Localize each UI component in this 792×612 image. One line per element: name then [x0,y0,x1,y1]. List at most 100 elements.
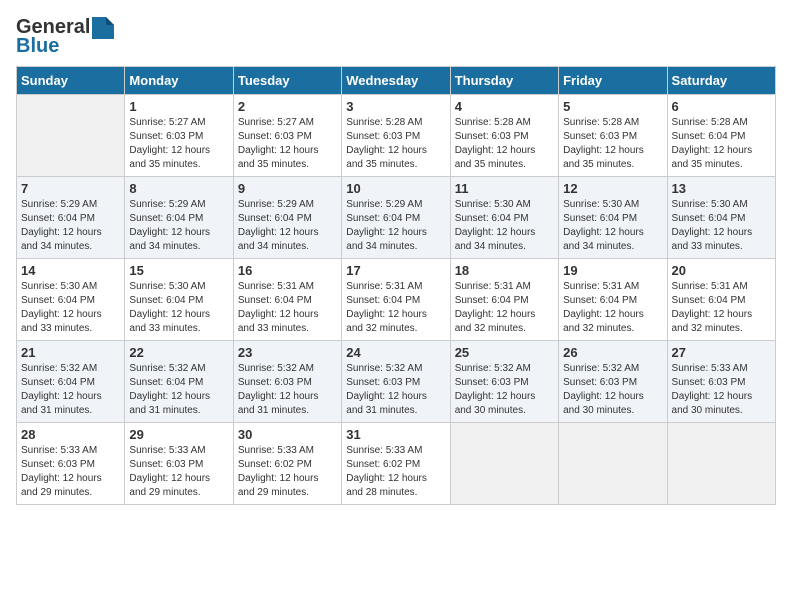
day-number: 1 [129,99,228,114]
day-detail: Sunrise: 5:31 AM Sunset: 6:04 PM Dayligh… [346,280,445,336]
day-number: 30 [238,427,337,442]
header-day-saturday: Saturday [667,67,775,95]
day-detail: Sunrise: 5:30 AM Sunset: 6:04 PM Dayligh… [21,280,120,336]
day-detail: Sunrise: 5:28 AM Sunset: 6:03 PM Dayligh… [346,116,445,172]
day-detail: Sunrise: 5:30 AM Sunset: 6:04 PM Dayligh… [672,198,771,254]
calendar-table: SundayMondayTuesdayWednesdayThursdayFrid… [16,66,776,505]
day-number: 10 [346,181,445,196]
calendar-cell [17,95,125,177]
calendar-cell: 31Sunrise: 5:33 AM Sunset: 6:02 PM Dayli… [342,423,450,505]
day-detail: Sunrise: 5:32 AM Sunset: 6:04 PM Dayligh… [129,362,228,418]
calendar-cell [450,423,558,505]
day-detail: Sunrise: 5:30 AM Sunset: 6:04 PM Dayligh… [129,280,228,336]
calendar-header-row: SundayMondayTuesdayWednesdayThursdayFrid… [17,67,776,95]
day-number: 6 [672,99,771,114]
calendar-cell: 30 Sunrise: 5:33 AM Sunset: 6:02 PM Dayli… [233,423,341,505]
header-day-monday: Monday [125,67,233,95]
calendar-cell [559,423,667,505]
calendar-week-row: 7 Sunrise: 5:29 AM Sunset: 6:04 PM Daylig… [17,177,776,259]
header-day-friday: Friday [559,67,667,95]
day-detail: Sunrise: 5:33 AM Sunset: 6:03 PM Dayligh… [129,444,228,500]
calendar-cell: 22 Sunrise: 5:32 AM Sunset: 6:04 PM Dayli… [125,341,233,423]
calendar-body: 1 Sunrise: 5:27 AM Sunset: 6:03 PM Daylig… [17,95,776,505]
calendar-cell: 23 Sunrise: 5:32 AM Sunset: 6:03 PM Dayli… [233,341,341,423]
day-number: 20 [672,263,771,278]
calendar-cell: 19Sunrise: 5:31 AM Sunset: 6:04 PM Dayli… [559,259,667,341]
day-number: 5 [563,99,662,114]
day-detail: Sunrise: 5:33 AM Sunset: 6:02 PM Dayligh… [238,444,337,500]
day-detail: Sunrise: 5:31 AM Sunset: 6:04 PM Dayligh… [455,280,554,336]
day-number: 8 [129,181,228,196]
day-detail: Sunrise: 5:31 AM Sunset: 6:04 PM Dayligh… [238,280,337,336]
day-detail: Sunrise: 5:32 AM Sunset: 6:03 PM Dayligh… [455,362,554,418]
calendar-cell: 21 Sunrise: 5:32 AM Sunset: 6:04 PM Dayli… [17,341,125,423]
calendar-cell: 3 Sunrise: 5:28 AM Sunset: 6:03 PM Daylig… [342,95,450,177]
calendar-cell: 26Sunrise: 5:32 AM Sunset: 6:03 PM Dayli… [559,341,667,423]
logo: General Blue [16,16,114,58]
header-day-sunday: Sunday [17,67,125,95]
header-day-thursday: Thursday [450,67,558,95]
calendar-week-row: 1 Sunrise: 5:27 AM Sunset: 6:03 PM Daylig… [17,95,776,177]
logo-blue-text: Blue [16,35,59,58]
header-day-wednesday: Wednesday [342,67,450,95]
calendar-cell: 24Sunrise: 5:32 AM Sunset: 6:03 PM Dayli… [342,341,450,423]
day-number: 17 [346,263,445,278]
day-number: 23 [238,345,337,360]
day-detail: Sunrise: 5:32 AM Sunset: 6:03 PM Dayligh… [238,362,337,418]
calendar-cell: 28 Sunrise: 5:33 AM Sunset: 6:03 PM Dayli… [17,423,125,505]
day-detail: Sunrise: 5:29 AM Sunset: 6:04 PM Dayligh… [129,198,228,254]
day-number: 15 [129,263,228,278]
calendar-cell: 25 Sunrise: 5:32 AM Sunset: 6:03 PM Dayli… [450,341,558,423]
calendar-cell: 8 Sunrise: 5:29 AM Sunset: 6:04 PM Daylig… [125,177,233,259]
day-detail: Sunrise: 5:28 AM Sunset: 6:04 PM Dayligh… [672,116,771,172]
calendar-cell: 27 Sunrise: 5:33 AM Sunset: 6:03 PM Dayli… [667,341,775,423]
day-number: 24 [346,345,445,360]
day-number: 29 [129,427,228,442]
day-number: 21 [21,345,120,360]
calendar-cell: 9 Sunrise: 5:29 AM Sunset: 6:04 PM Daylig… [233,177,341,259]
calendar-cell: 1 Sunrise: 5:27 AM Sunset: 6:03 PM Daylig… [125,95,233,177]
day-detail: Sunrise: 5:29 AM Sunset: 6:04 PM Dayligh… [21,198,120,254]
day-number: 4 [455,99,554,114]
day-number: 16 [238,263,337,278]
day-detail: Sunrise: 5:29 AM Sunset: 6:04 PM Dayligh… [238,198,337,254]
day-detail: Sunrise: 5:27 AM Sunset: 6:03 PM Dayligh… [238,116,337,172]
calendar-cell: 10Sunrise: 5:29 AM Sunset: 6:04 PM Dayli… [342,177,450,259]
calendar-cell: 14 Sunrise: 5:30 AM Sunset: 6:04 PM Dayli… [17,259,125,341]
day-detail: Sunrise: 5:28 AM Sunset: 6:03 PM Dayligh… [455,116,554,172]
calendar-week-row: 21 Sunrise: 5:32 AM Sunset: 6:04 PM Dayli… [17,341,776,423]
calendar-cell: 16 Sunrise: 5:31 AM Sunset: 6:04 PM Dayli… [233,259,341,341]
day-detail: Sunrise: 5:32 AM Sunset: 6:04 PM Dayligh… [21,362,120,418]
day-detail: Sunrise: 5:33 AM Sunset: 6:03 PM Dayligh… [672,362,771,418]
day-number: 28 [21,427,120,442]
calendar-cell: 5Sunrise: 5:28 AM Sunset: 6:03 PM Daylig… [559,95,667,177]
day-number: 27 [672,345,771,360]
day-number: 25 [455,345,554,360]
day-number: 9 [238,181,337,196]
day-number: 13 [672,181,771,196]
day-detail: Sunrise: 5:33 AM Sunset: 6:03 PM Dayligh… [21,444,120,500]
calendar-cell: 15 Sunrise: 5:30 AM Sunset: 6:04 PM Dayli… [125,259,233,341]
calendar-cell: 18Sunrise: 5:31 AM Sunset: 6:04 PM Dayli… [450,259,558,341]
header-day-tuesday: Tuesday [233,67,341,95]
day-number: 3 [346,99,445,114]
day-detail: Sunrise: 5:31 AM Sunset: 6:04 PM Dayligh… [672,280,771,336]
calendar-cell: 13 Sunrise: 5:30 AM Sunset: 6:04 PM Dayli… [667,177,775,259]
day-detail: Sunrise: 5:27 AM Sunset: 6:03 PM Dayligh… [129,116,228,172]
day-number: 26 [563,345,662,360]
calendar-cell: 12 Sunrise: 5:30 AM Sunset: 6:04 PM Dayli… [559,177,667,259]
calendar-week-row: 14 Sunrise: 5:30 AM Sunset: 6:04 PM Dayli… [17,259,776,341]
calendar-cell: 29 Sunrise: 5:33 AM Sunset: 6:03 PM Dayli… [125,423,233,505]
day-number: 19 [563,263,662,278]
day-number: 14 [21,263,120,278]
day-number: 7 [21,181,120,196]
calendar-week-row: 28 Sunrise: 5:33 AM Sunset: 6:03 PM Dayli… [17,423,776,505]
day-number: 11 [455,181,554,196]
calendar-cell: 20 Sunrise: 5:31 AM Sunset: 6:04 PM Dayli… [667,259,775,341]
day-number: 31 [346,427,445,442]
day-number: 22 [129,345,228,360]
day-number: 12 [563,181,662,196]
calendar-cell: 11Sunrise: 5:30 AM Sunset: 6:04 PM Dayli… [450,177,558,259]
calendar-cell: 6 Sunrise: 5:28 AM Sunset: 6:04 PM Daylig… [667,95,775,177]
day-detail: Sunrise: 5:30 AM Sunset: 6:04 PM Dayligh… [563,198,662,254]
